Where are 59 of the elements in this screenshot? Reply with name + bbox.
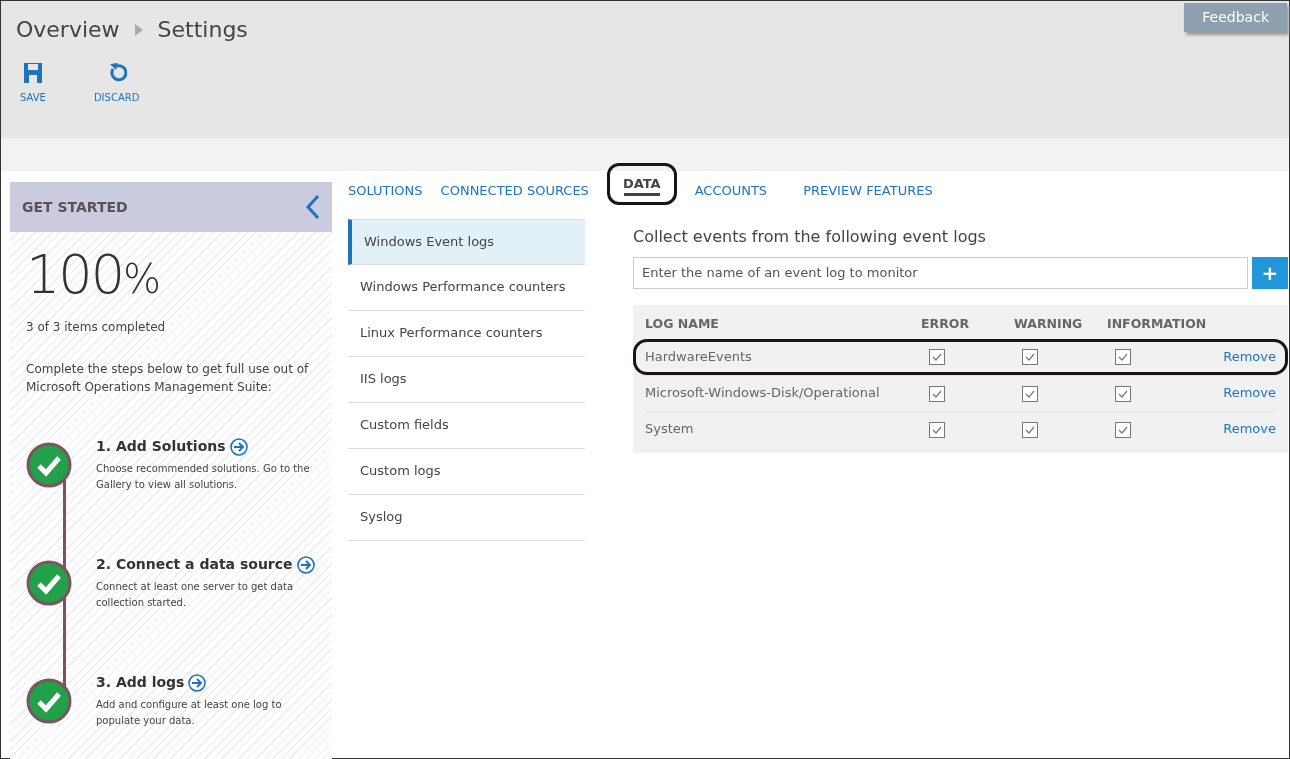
checkbox[interactable] [1022, 385, 1038, 402]
checkbox[interactable] [1022, 421, 1038, 438]
log-name: System [645, 421, 694, 437]
checkbox[interactable] [1022, 349, 1038, 366]
column-header: WARNING [1014, 315, 1084, 334]
add-button[interactable]: + [1252, 256, 1288, 289]
data-nav-item[interactable]: Windows Event logs [348, 218, 585, 265]
column-header: LOG NAME [645, 315, 720, 334]
feedback-button[interactable]: Feedback [1184, 3, 1287, 32]
percent-complete: 100% [26, 248, 161, 302]
checkbox[interactable] [1115, 349, 1131, 366]
intro-text: Complete the steps below to get full use out of Microsoft Operations Management Suite: [26, 361, 310, 396]
event-log-input[interactable]: Enter the name of an event log to monitor [633, 256, 1248, 289]
tab[interactable]: ACCOUNTS [676, 173, 786, 211]
remove-link[interactable]: Remove [1223, 383, 1276, 403]
step-description: Add and configure at least one log to populate your data. [96, 698, 283, 728]
data-nav-item[interactable]: Windows Performance counters [348, 264, 585, 311]
remove-link[interactable]: Remove [1223, 346, 1276, 367]
page-title: Settings [157, 16, 248, 44]
tab[interactable]: PREVIEW FEATURES [785, 173, 951, 211]
step-description: Connect at least one server to get data collection started. [96, 580, 295, 610]
checkbox[interactable] [1115, 385, 1131, 402]
tab[interactable]: CONNECTED SOURCES [422, 173, 607, 211]
log-name: HardwareEvents [645, 348, 752, 364]
chevron-left-icon [306, 195, 320, 220]
step-description: Choose recommended solutions. Go to the Gallery to view all solutions. [96, 462, 311, 492]
checkbox[interactable] [1115, 421, 1131, 438]
step-title: 1. Add Solutions [96, 437, 226, 456]
breadcrumb-link[interactable]: Overview [16, 13, 120, 46]
step-title: 3. Add logs [96, 673, 185, 692]
arrow-circle-icon [229, 437, 248, 456]
tab[interactable]: DATA [606, 163, 677, 205]
checkbox[interactable] [929, 385, 945, 402]
section-heading: Collect events from the following event logs [633, 225, 987, 248]
items-completed: 3 of 3 items completed [26, 319, 167, 336]
checkbox[interactable] [929, 421, 945, 438]
checkbox[interactable] [929, 349, 945, 366]
data-nav-item[interactable]: Custom fields [348, 402, 585, 449]
tab[interactable]: SOLUTIONS [348, 173, 423, 211]
save-button[interactable]: SAVE [20, 62, 46, 105]
step-go-button[interactable] [188, 673, 207, 692]
chevron-right-icon [133, 22, 144, 37]
arrow-circle-icon [188, 673, 207, 692]
step-go-button[interactable] [229, 437, 248, 456]
data-nav-item[interactable]: Custom logs [348, 448, 585, 495]
column-header: INFORMATION [1107, 315, 1208, 334]
discard-button[interactable]: DISCARD [93, 62, 140, 105]
column-header: ERROR [921, 315, 971, 334]
data-nav-item[interactable]: Syslog [348, 494, 585, 541]
step-go-button[interactable] [296, 555, 315, 574]
data-nav-item[interactable]: Linux Performance counters [348, 310, 585, 357]
remove-link[interactable]: Remove [1223, 419, 1276, 439]
arrow-circle-icon [296, 555, 315, 574]
data-nav-item[interactable]: IIS logs [348, 356, 585, 403]
step-title: 2. Connect a data source [96, 555, 293, 574]
collapse-button[interactable] [306, 194, 320, 220]
save-icon [22, 62, 43, 84]
log-name: Microsoft-Windows-Disk/Operational [645, 385, 880, 401]
panel-title: GET STARTED [22, 197, 128, 217]
